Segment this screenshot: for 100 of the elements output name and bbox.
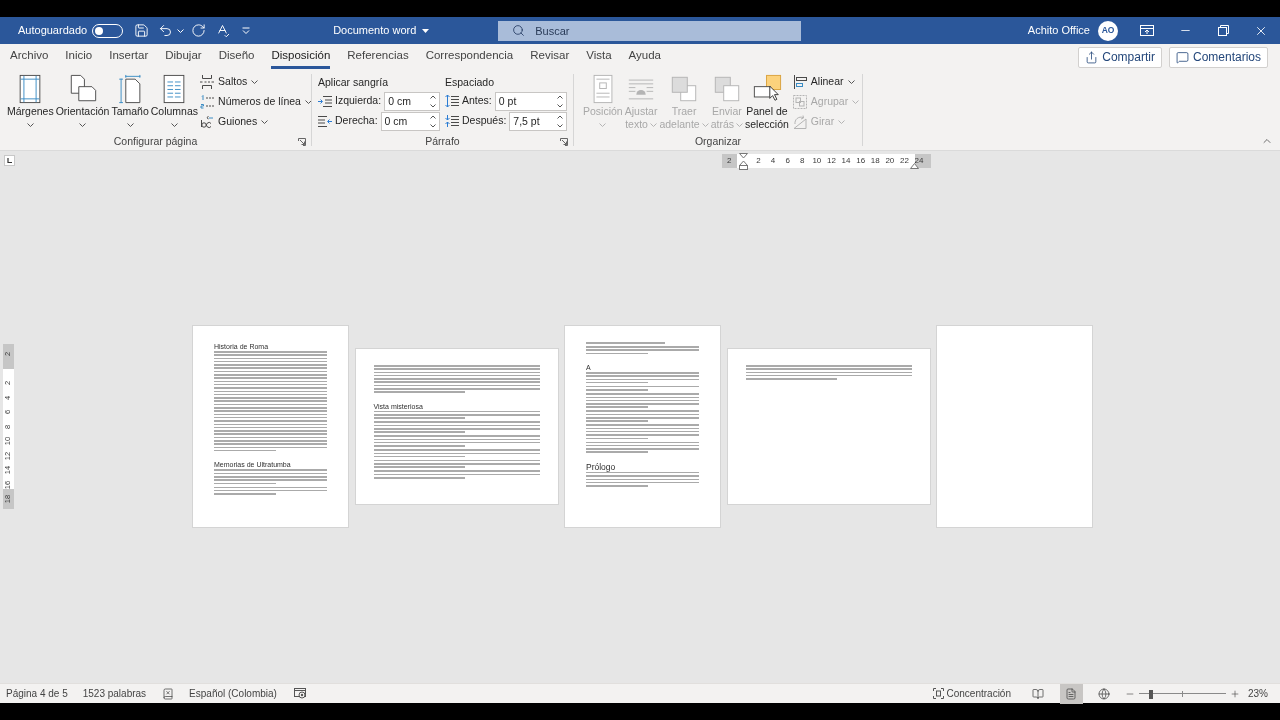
selection-pane-icon bbox=[751, 74, 782, 104]
group-label: Párrafo bbox=[425, 133, 460, 149]
indent-marker-icon[interactable] bbox=[910, 162, 919, 169]
ribbon-tab[interactable]: Archivo bbox=[1, 44, 57, 70]
spacing-before-field[interactable]: 0 pt bbox=[494, 91, 567, 111]
caret-icon bbox=[422, 28, 430, 33]
focus-frame-icon bbox=[932, 688, 944, 699]
ribbon-tab[interactable]: Diseño bbox=[210, 44, 263, 70]
breaks-button[interactable]: Saltos bbox=[200, 72, 312, 92]
focus-button[interactable]: Concentración bbox=[932, 686, 1011, 701]
group-label: Organizar bbox=[694, 133, 742, 149]
ruler-number: 12 bbox=[827, 156, 836, 165]
field-label: Derecha: bbox=[335, 113, 378, 129]
comments-button[interactable]: Comentarios bbox=[1168, 46, 1268, 68]
book-icon bbox=[1032, 687, 1045, 700]
spin-arrows-icon[interactable] bbox=[430, 94, 436, 108]
size-button[interactable]: Tamaño bbox=[110, 70, 150, 133]
ribbon-tab[interactable]: Insertar bbox=[100, 44, 157, 70]
ruler-number: 18 bbox=[870, 156, 880, 165]
ribbon-tab[interactable]: Revisar bbox=[521, 44, 578, 70]
ribbon-tab[interactable]: Ayuda bbox=[620, 44, 670, 70]
numbered-lines-icon bbox=[200, 95, 215, 109]
language-button[interactable]: Español (Colombia) bbox=[189, 686, 277, 701]
align-left-icon bbox=[792, 75, 807, 89]
save-icon[interactable] bbox=[134, 23, 150, 38]
spin-arrows-icon[interactable] bbox=[557, 114, 563, 128]
share-icon bbox=[1085, 50, 1099, 64]
spacing-after-field[interactable]: 7,5 pt bbox=[509, 111, 567, 131]
section-label: Aplicar sangría bbox=[318, 75, 389, 90]
dialog-launcher-icon[interactable] bbox=[560, 137, 568, 146]
page-break-icon bbox=[200, 75, 215, 89]
ruler-number: 14 bbox=[841, 156, 851, 165]
ruler-number: 16 bbox=[856, 156, 866, 165]
ribbon-tab[interactable]: Disposición bbox=[262, 44, 339, 70]
ribbon-tab[interactable]: Correspondencia bbox=[417, 44, 522, 70]
indent-marker-icon[interactable] bbox=[739, 153, 749, 171]
caret-icon bbox=[177, 28, 185, 33]
rotate-shape-icon bbox=[792, 115, 807, 129]
page-heading: Prólogo bbox=[586, 461, 616, 472]
ribbon-tab[interactable]: Referencias bbox=[338, 44, 418, 70]
indent-right-field[interactable]: 0 cm bbox=[380, 111, 440, 131]
field-label: Antes: bbox=[462, 93, 492, 109]
field-label: Después: bbox=[462, 113, 507, 129]
globe-icon bbox=[1098, 687, 1111, 700]
indent-left-field[interactable]: 0 cm bbox=[384, 91, 440, 111]
tab-stop-icon[interactable] bbox=[4, 155, 15, 166]
indent-decrease-icon bbox=[318, 115, 332, 127]
spin-arrows-icon[interactable] bbox=[430, 114, 436, 128]
zoom-percent[interactable]: 23% bbox=[1248, 686, 1268, 701]
search-icon bbox=[512, 24, 526, 37]
margins-button[interactable]: Márgenes bbox=[6, 70, 55, 133]
user-name: Achito Office bbox=[1027, 23, 1090, 39]
comment-icon bbox=[1175, 50, 1189, 64]
ribbon-options-icon bbox=[1140, 25, 1154, 36]
ruler-number: 4 bbox=[770, 156, 776, 165]
horizontal-ruler[interactable]: 2 2 4 6 8 10 12 14 16 18 20 22 24 bbox=[722, 153, 931, 168]
line-spacing-icon bbox=[445, 115, 459, 127]
slider-thumb[interactable] bbox=[1149, 689, 1154, 699]
align-button[interactable]: Alinear bbox=[792, 72, 860, 92]
share-button[interactable]: Compartir bbox=[1078, 46, 1162, 68]
hyphen-icon bbox=[200, 115, 215, 129]
line-numbers-button[interactable]: Números de línea bbox=[200, 92, 312, 112]
ruler-number: 2 bbox=[756, 156, 761, 165]
columns-button[interactable]: Columnas bbox=[149, 70, 200, 133]
restore-icon bbox=[1217, 25, 1229, 36]
ruler-number: 22 bbox=[899, 156, 909, 165]
undo-icon[interactable] bbox=[158, 23, 174, 38]
ruler-number: 10 bbox=[812, 156, 822, 165]
redo-icon[interactable] bbox=[191, 23, 207, 38]
line-spacing-icon bbox=[445, 95, 459, 107]
word-count[interactable]: 1523 palabras bbox=[82, 686, 147, 701]
dialog-launcher-icon[interactable] bbox=[298, 137, 306, 146]
autosave-label: Autoguardado bbox=[18, 23, 88, 39]
hyphenation-button[interactable]: Guiones bbox=[200, 112, 312, 132]
document-title[interactable]: Documento word bbox=[333, 22, 430, 39]
ribbon-tab[interactable]: Vista bbox=[577, 44, 621, 70]
print-layout-button[interactable] bbox=[1060, 683, 1083, 704]
ruler-number: 8 bbox=[800, 156, 805, 165]
ruler-number: 20 bbox=[885, 156, 895, 165]
proofing-icon[interactable] bbox=[162, 687, 175, 700]
ribbon-tab[interactable]: Dibujar bbox=[156, 44, 211, 70]
section-label: Espaciado bbox=[445, 75, 495, 90]
spelling-icon[interactable] bbox=[215, 23, 231, 38]
macro-record-icon[interactable] bbox=[293, 688, 306, 699]
user-avatar[interactable]: AO bbox=[1098, 20, 1118, 41]
ruler-number: 2 bbox=[727, 156, 732, 165]
group-squares-icon bbox=[792, 95, 807, 109]
zoom-in-icon[interactable] bbox=[1230, 688, 1240, 699]
customize-toolbar-icon[interactable] bbox=[242, 27, 251, 34]
page-count[interactable]: Página 4 de 5 bbox=[6, 686, 68, 701]
zoom-slider[interactable] bbox=[1139, 688, 1226, 699]
spin-arrows-icon[interactable] bbox=[557, 94, 563, 108]
ruler-number: 24 bbox=[914, 156, 924, 165]
group-label: Configurar página bbox=[113, 133, 198, 149]
page-icon bbox=[1065, 687, 1078, 700]
field-label: Izquierda: bbox=[335, 93, 382, 109]
ribbon-tab[interactable]: Inicio bbox=[56, 44, 101, 70]
selection-pane-button[interactable]: Panel de selección bbox=[744, 70, 790, 133]
orientation-button[interactable]: Orientación bbox=[54, 70, 111, 133]
search-field[interactable]: Buscar bbox=[498, 20, 802, 41]
